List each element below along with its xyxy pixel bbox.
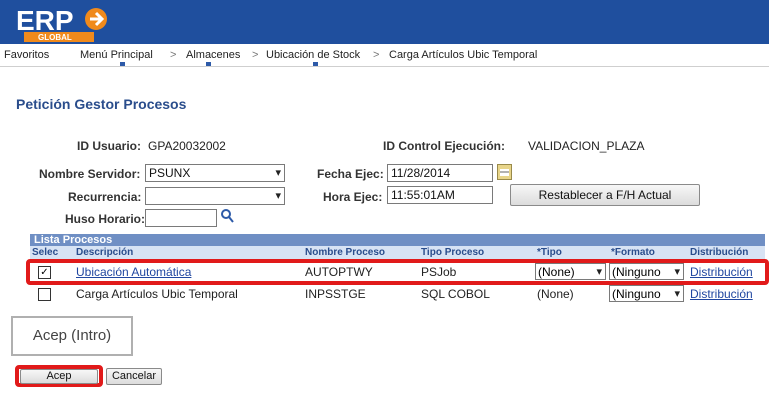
servidor-label: Nombre Servidor: [39, 167, 141, 181]
cancelar-button[interactable]: Cancelar [106, 368, 162, 385]
col-selec: Selec [32, 247, 59, 258]
hora-label: Hora Ejec: [323, 190, 383, 204]
hora-value: 11:55:01AM [391, 188, 455, 202]
id-usuario-value: GPA20032002 [148, 139, 226, 153]
nav-separator: > [252, 49, 259, 61]
row-select-checkbox[interactable] [38, 288, 51, 301]
reset-datetime-button[interactable]: Restablecer a F/H Actual [510, 184, 700, 206]
calendar-icon[interactable] [497, 164, 512, 180]
search-icon[interactable] [220, 208, 234, 224]
row-distribucion-link[interactable]: Distribución [690, 287, 753, 301]
chevron-down-icon: ▾ [674, 288, 680, 300]
nav-separator: > [373, 49, 380, 61]
id-usuario-label: ID Usuario: [77, 139, 142, 153]
logo-subtext: GLOBAL [38, 33, 72, 42]
servidor-value: PSUNX [149, 166, 191, 180]
menu-indicator-icon [313, 62, 318, 66]
breadcrumb: Favoritos Menú Principal > Almacenes > U… [0, 44, 769, 67]
row-descripcion: Carga Artículos Ubic Temporal [76, 287, 238, 301]
servidor-select[interactable]: PSUNX ▾ [145, 164, 285, 182]
nav-separator: > [170, 49, 177, 61]
logo-text: ERP [16, 5, 74, 36]
hora-input[interactable]: 11:55:01AM [387, 186, 493, 204]
col-formato: *Formato [611, 247, 655, 258]
row-highlight [26, 259, 769, 285]
id-control-label: ID Control Ejecución: [383, 139, 506, 153]
fecha-input[interactable]: 11/28/2014 [387, 164, 493, 182]
nav-ubicacion-stock[interactable]: Ubicación de Stock [266, 49, 360, 61]
row-formato-select[interactable]: (Ninguno ▾ [609, 285, 684, 302]
row-tipo-value: (None) [537, 287, 574, 301]
huso-input[interactable] [145, 209, 217, 227]
col-tipo: *Tipo [537, 247, 562, 258]
nav-carga-articulos: Carga Artículos Ubic Temporal [389, 49, 538, 61]
chevron-down-icon: ▾ [275, 167, 281, 179]
menu-indicator-icon [120, 62, 125, 66]
erp-global-logo: ERP GLOBAL [14, 2, 134, 42]
recurrencia-label: Recurrencia: [68, 190, 142, 204]
huso-label: Huso Horario: [65, 212, 146, 226]
recurrencia-select[interactable]: ▾ [145, 187, 285, 205]
row-tipo-proceso: SQL COBOL [421, 287, 490, 301]
nav-menu-principal[interactable]: Menú Principal [80, 49, 153, 61]
chevron-down-icon: ▾ [275, 190, 281, 202]
row-formato-value: (Ninguno [612, 287, 661, 301]
id-control-value: VALIDACION_PLAZA [528, 139, 645, 153]
acep-button[interactable]: Acep [20, 369, 98, 384]
nav-almacenes[interactable]: Almacenes [186, 49, 240, 61]
table-row: Carga Artículos Ubic Temporal INPSSTGE S… [30, 284, 765, 304]
col-distribucion: Distribución [690, 247, 749, 258]
col-nombre-proceso: Nombre Proceso [305, 247, 386, 258]
grid-title: Lista Procesos [30, 234, 765, 246]
tooltip-acep: Acep (Intro) [11, 316, 133, 356]
page-title: Petición Gestor Procesos [16, 96, 187, 112]
fecha-label: Fecha Ejec: [317, 167, 384, 181]
row-nombre-proceso: INPSSTGE [305, 287, 366, 301]
grid-header-row: Selec Descripción Nombre Proceso Tipo Pr… [30, 246, 765, 260]
nav-favoritos[interactable]: Favoritos [4, 49, 49, 61]
menu-indicator-icon [206, 62, 211, 66]
col-tipo-proceso: Tipo Proceso [421, 247, 485, 258]
fecha-value: 11/28/2014 [391, 166, 451, 180]
col-descripcion: Descripción [76, 247, 134, 258]
